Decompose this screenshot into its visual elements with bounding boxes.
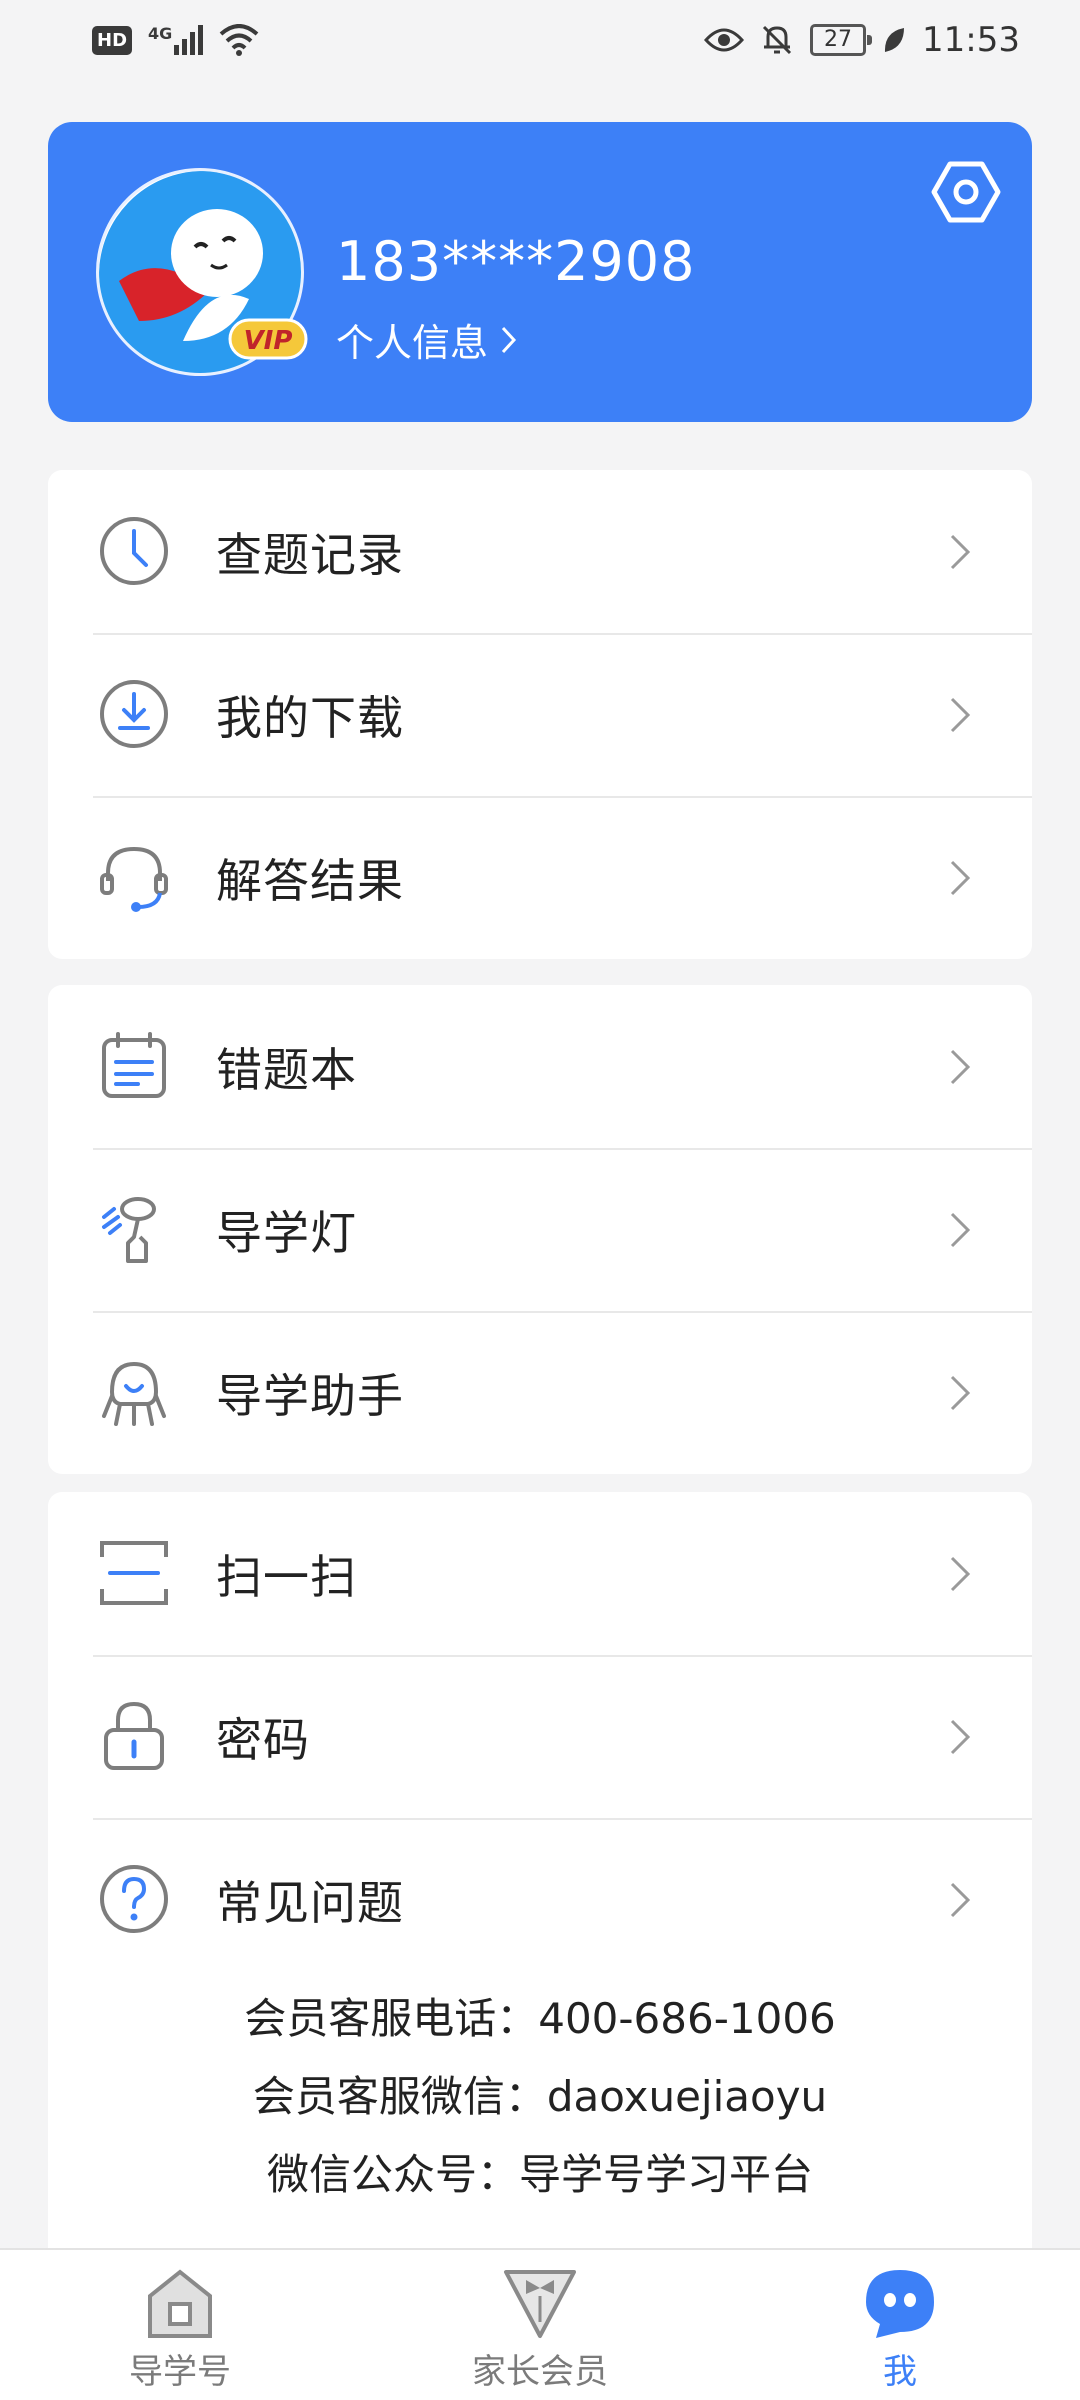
menu-item-label: 导学助手 [216, 1368, 404, 1423]
vip-badge: VIP [228, 318, 308, 360]
headset-icon [100, 846, 168, 912]
tab-label: 导学号 [129, 2352, 231, 2392]
service-wechat-text: 会员客服微信：daoxuejiaoyu [252, 2072, 828, 2121]
menu-item-label: 常见问题 [216, 1875, 404, 1930]
notebook-icon [102, 1032, 166, 1098]
lock-icon [104, 1701, 164, 1770]
menu-item-label: 密码 [216, 1712, 310, 1767]
tuxedo-icon [504, 2270, 576, 2338]
leaf-icon [884, 28, 905, 52]
profile-face-icon [866, 2270, 934, 2338]
menu-item-answer-results[interactable]: 解答结果 [48, 796, 1032, 959]
menu-item-password[interactable]: 密码 [48, 1655, 1032, 1818]
personal-info-label: 个人信息 [336, 321, 489, 365]
lamp-icon [102, 1197, 156, 1263]
chevron-right-icon [950, 1882, 971, 1918]
chevron-right-icon [950, 534, 971, 570]
user-phone: 183****2908 [336, 230, 696, 293]
question-icon [100, 1865, 168, 1933]
menu-item-label: 导学灯 [216, 1205, 357, 1260]
tab-label: 我 [883, 2352, 917, 2392]
chevron-right-icon [950, 1719, 971, 1755]
personal-info-link[interactable]: 个人信息 [336, 312, 518, 367]
clock-time: 11:53 [922, 20, 1020, 60]
svg-text:VIP: VIP [244, 326, 293, 356]
battery-icon: 27 [810, 24, 873, 56]
hd-indicator: HD [92, 25, 133, 55]
eye-icon [704, 28, 745, 52]
menu-group-tools: 扫一扫 密码 常见问题 [48, 1492, 1032, 1981]
chevron-right-icon [950, 860, 971, 896]
chevron-right-icon [950, 1212, 971, 1248]
menu-item-label: 错题本 [216, 1042, 357, 1097]
menu-item-label: 扫一扫 [216, 1549, 357, 1604]
settings-icon[interactable] [930, 156, 1002, 228]
mute-bell-icon [762, 25, 792, 55]
wifi-icon [219, 24, 259, 56]
menu-group-records: 查题记录 我的下载 解答结果 [48, 470, 1032, 959]
contact-info: 会员客服电话：400-686-1006 会员客服微信：daoxuejiaoyu … [48, 1980, 1032, 2250]
menu-item-downloads[interactable]: 我的下载 [48, 633, 1032, 796]
menu-item-search-history[interactable]: 查题记录 [48, 470, 1032, 633]
chevron-right-icon [950, 1375, 971, 1411]
home-icon [148, 2269, 212, 2338]
assistant-icon [102, 1361, 166, 1426]
menu-item-label: 解答结果 [216, 853, 404, 908]
menu-item-label: 查题记录 [216, 527, 404, 582]
tab-label: 家长会员 [472, 2352, 608, 2392]
download-icon [100, 680, 168, 748]
bottom-nav: 导学号 家长会员 我 [0, 2248, 1080, 2400]
tab-parent-member[interactable]: 家长会员 [360, 2250, 720, 2400]
tab-me[interactable]: 我 [720, 2250, 1080, 2400]
menu-item-label: 我的下载 [216, 690, 404, 745]
menu-item-scan[interactable]: 扫一扫 [48, 1492, 1032, 1655]
chevron-right-icon [950, 1049, 971, 1085]
menu-item-study-lamp[interactable]: 导学灯 [48, 1148, 1032, 1311]
menu-item-faq[interactable]: 常见问题 [48, 1818, 1032, 1981]
tab-home[interactable]: 导学号 [0, 2250, 360, 2400]
menu-item-study-assistant[interactable]: 导学助手 [48, 1311, 1032, 1474]
chevron-right-icon [501, 326, 517, 353]
scan-icon [100, 1541, 168, 1605]
official-account-text: 微信公众号：导学号学习平台 [266, 2150, 813, 2199]
clock-icon [100, 517, 168, 585]
chevron-right-icon [950, 1556, 971, 1592]
menu-item-mistake-book[interactable]: 错题本 [48, 985, 1032, 1148]
status-bar: HD 4G 27 11:53 [0, 0, 1080, 80]
profile-card[interactable]: VIP 183****2908 个人信息 [48, 122, 1032, 422]
cell-signal-icon: 4G [148, 24, 204, 55]
chevron-right-icon [950, 697, 971, 733]
service-phone-text: 会员客服电话：400-686-1006 [244, 1994, 836, 2043]
menu-group-study: 错题本 导学灯 导学助手 [48, 985, 1032, 1474]
